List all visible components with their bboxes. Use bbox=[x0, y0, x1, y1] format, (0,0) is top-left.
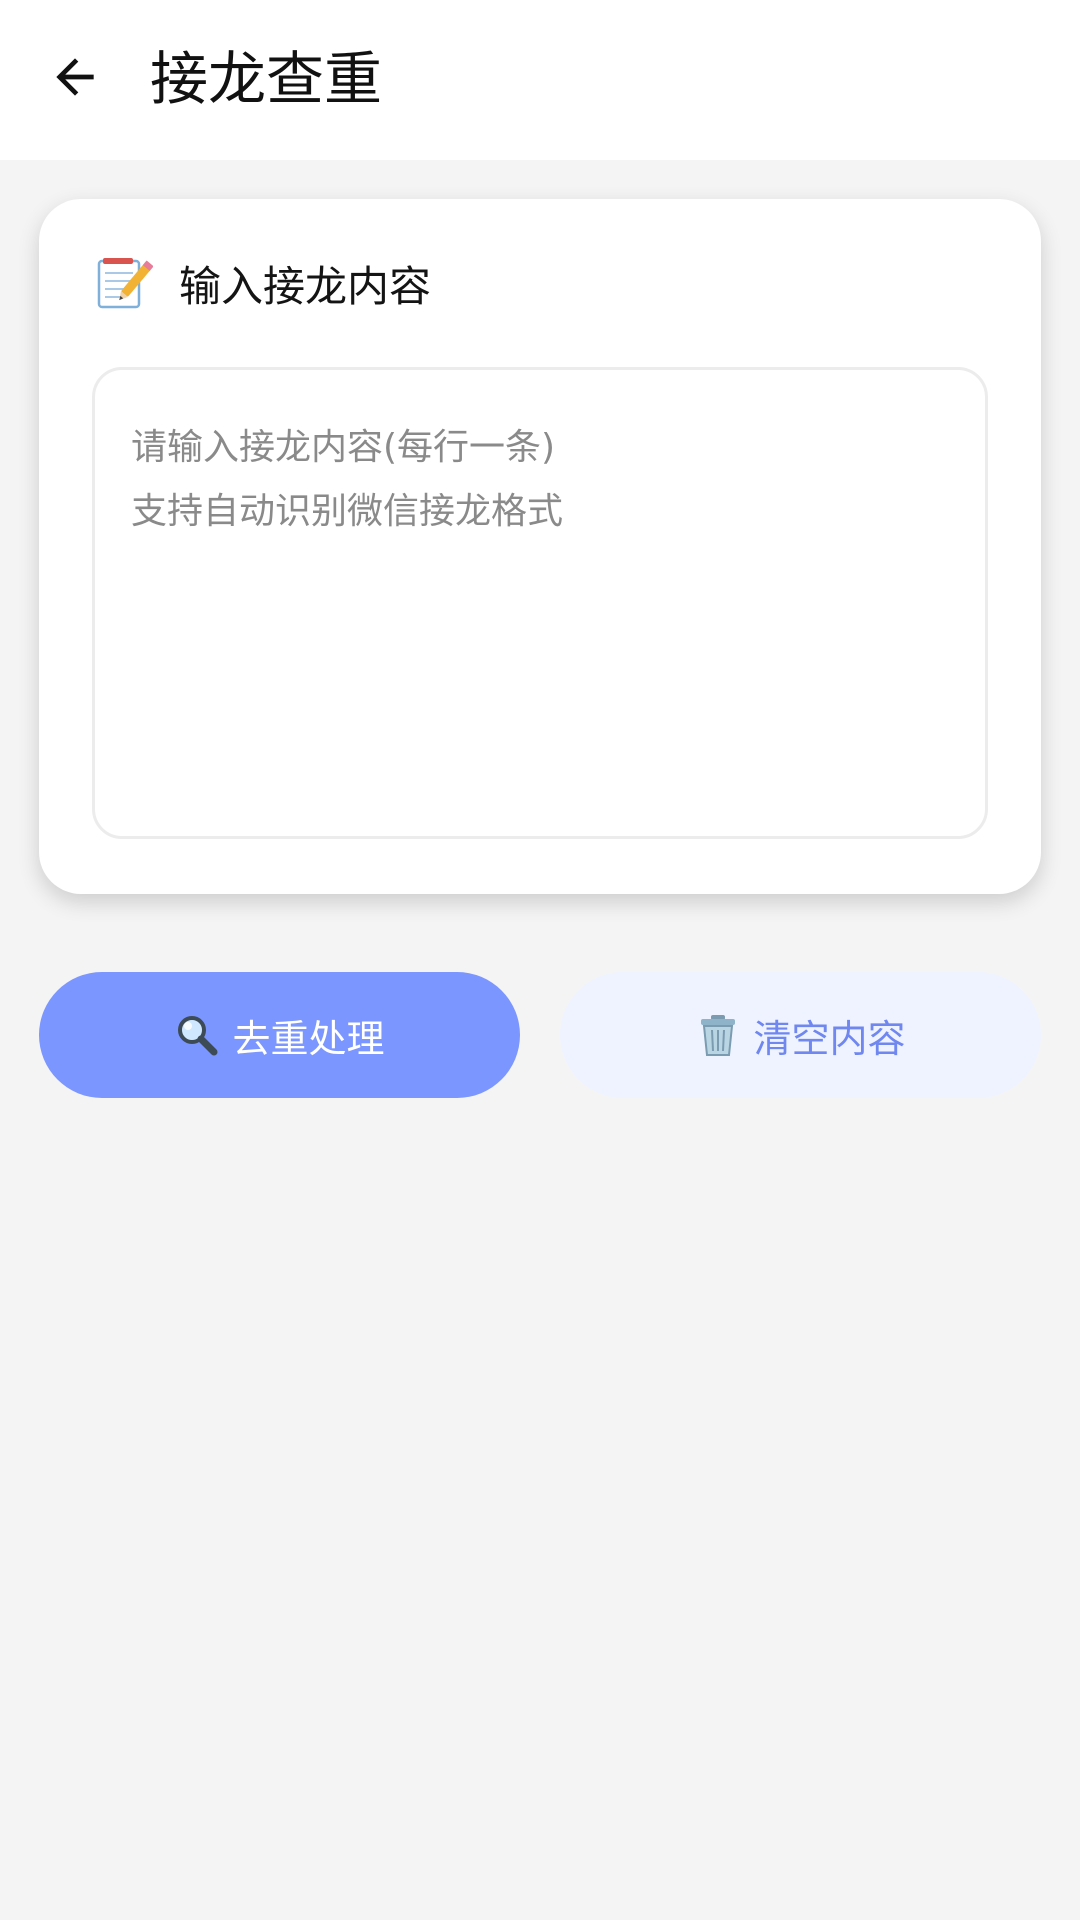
content-input[interactable] bbox=[95, 370, 985, 836]
app-bar: 接龙查重 bbox=[0, 0, 1080, 160]
memo-icon bbox=[91, 251, 155, 315]
content-input-wrapper bbox=[92, 367, 988, 839]
dedupe-button[interactable]: 去重处理 bbox=[39, 972, 520, 1098]
magnifier-icon bbox=[174, 1012, 220, 1058]
dedupe-button-label: 去重处理 bbox=[232, 1016, 385, 1061]
page-title: 接龙查重 bbox=[150, 45, 383, 113]
card-header: 输入接龙内容 bbox=[91, 251, 431, 315]
back-button[interactable] bbox=[34, 36, 116, 118]
clear-button-label: 清空内容 bbox=[753, 1016, 906, 1061]
trash-icon bbox=[695, 1012, 741, 1058]
clear-button[interactable]: 清空内容 bbox=[560, 972, 1041, 1098]
card-title: 输入接龙内容 bbox=[179, 261, 432, 311]
arrow-left-icon bbox=[56, 58, 94, 96]
input-card: 输入接龙内容 bbox=[39, 199, 1041, 894]
